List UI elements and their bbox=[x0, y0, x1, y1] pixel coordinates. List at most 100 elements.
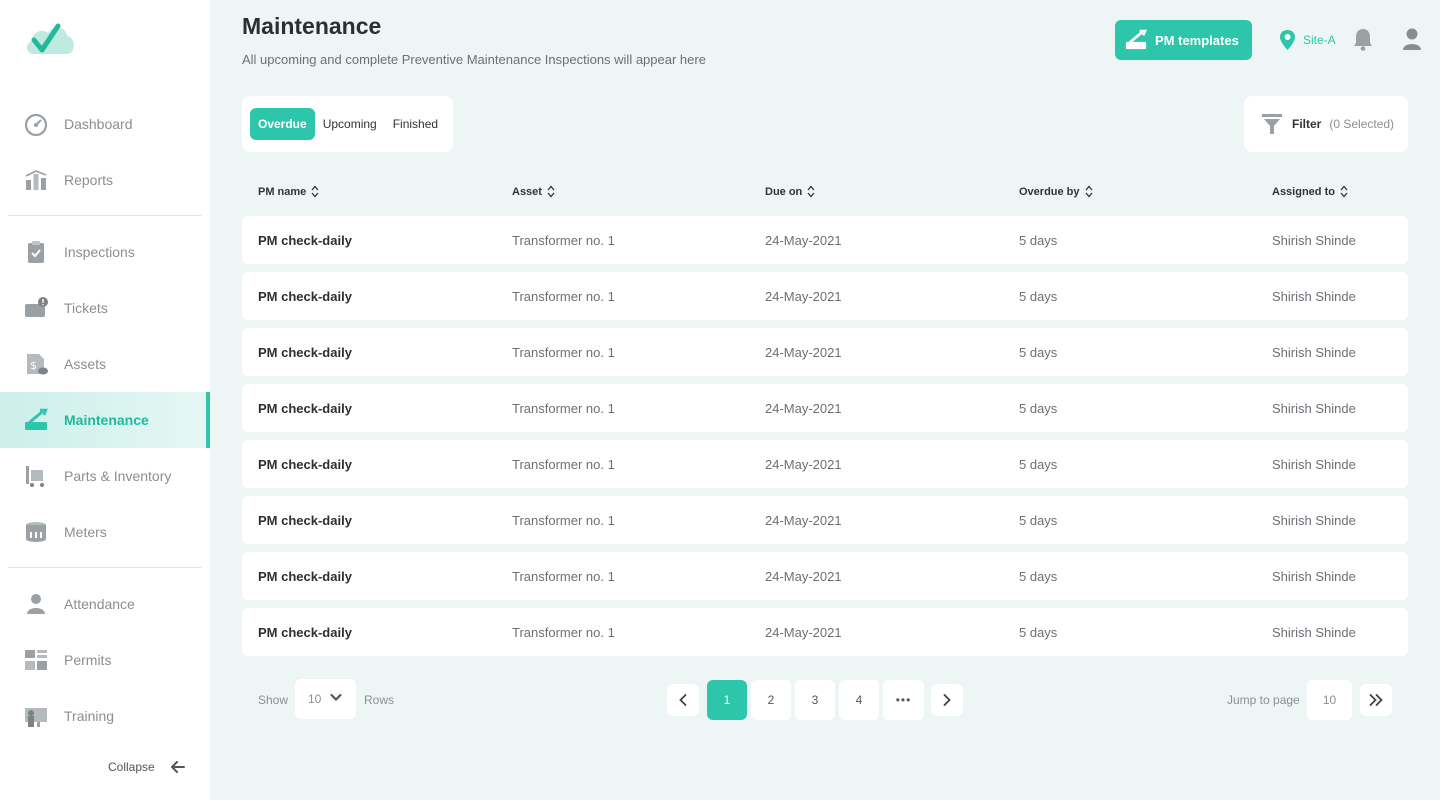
sort-icon bbox=[547, 185, 555, 198]
sidebar-item-label: Parts & Inventory bbox=[64, 468, 172, 484]
sidebar-item-assets[interactable]: $ Assets bbox=[0, 336, 210, 392]
table-row[interactable]: PM check-daily Transformer no. 1 24-May-… bbox=[242, 552, 1408, 600]
user-avatar-icon[interactable] bbox=[1402, 28, 1422, 55]
sort-icon bbox=[311, 185, 319, 198]
table-row[interactable]: PM check-daily Transformer no. 1 24-May-… bbox=[242, 608, 1408, 656]
column-header-label: Asset bbox=[512, 185, 542, 198]
overdue-by-cell: 5 days bbox=[1019, 456, 1058, 472]
pm-name-cell: PM check-daily bbox=[258, 232, 352, 248]
page-button-3[interactable]: 3 bbox=[795, 680, 835, 720]
overdue-by-cell: 5 days bbox=[1019, 400, 1058, 416]
jump-to-page-label: Jump to page bbox=[1227, 693, 1300, 707]
tickets-icon bbox=[24, 296, 48, 320]
assigned-to-cell: Shirish Shinde bbox=[1272, 288, 1356, 304]
due-on-cell: 24-May-2021 bbox=[765, 344, 842, 360]
jump-to-page-input[interactable]: 10 bbox=[1307, 680, 1352, 720]
sidebar-item-label: Permits bbox=[64, 652, 112, 668]
column-header-assigned-to[interactable]: Assigned to bbox=[1272, 185, 1348, 198]
tab-overdue[interactable]: Overdue bbox=[250, 108, 315, 140]
filter-label: Filter bbox=[1292, 117, 1322, 131]
sidebar-item-attendance[interactable]: Attendance bbox=[0, 576, 210, 632]
table-row[interactable]: PM check-daily Transformer no. 1 24-May-… bbox=[242, 328, 1408, 376]
sidebar-divider bbox=[8, 567, 202, 568]
column-header-label: Overdue by bbox=[1019, 185, 1080, 198]
assigned-to-cell: Shirish Shinde bbox=[1272, 344, 1356, 360]
page-button-4[interactable]: 4 bbox=[839, 680, 879, 720]
filter-button[interactable]: Filter (0 Selected) bbox=[1244, 96, 1408, 152]
sort-icon bbox=[1340, 185, 1348, 198]
table-row[interactable]: PM check-daily Transformer no. 1 24-May-… bbox=[242, 384, 1408, 432]
asset-cell: Transformer no. 1 bbox=[512, 232, 615, 248]
column-header-label: Assigned to bbox=[1272, 185, 1335, 198]
due-on-cell: 24-May-2021 bbox=[765, 568, 842, 584]
pm-name-cell: PM check-daily bbox=[258, 400, 352, 416]
rows-per-page-select[interactable]: 10 bbox=[295, 679, 356, 719]
asset-cell: Transformer no. 1 bbox=[512, 344, 615, 360]
pm-name-cell: PM check-daily bbox=[258, 512, 352, 528]
table-row[interactable]: PM check-daily Transformer no. 1 24-May-… bbox=[242, 440, 1408, 488]
due-on-cell: 24-May-2021 bbox=[765, 232, 842, 248]
pm-name-cell: PM check-daily bbox=[258, 568, 352, 584]
pm-name-cell: PM check-daily bbox=[258, 344, 352, 360]
site-selector[interactable]: Site-A bbox=[1280, 30, 1336, 50]
column-header-pm-name[interactable]: PM name bbox=[258, 185, 319, 198]
meters-icon bbox=[24, 520, 48, 544]
overdue-by-cell: 5 days bbox=[1019, 232, 1058, 248]
chevron-down-icon bbox=[330, 693, 342, 702]
column-header-overdue-by[interactable]: Overdue by bbox=[1019, 185, 1093, 198]
assigned-to-cell: Shirish Shinde bbox=[1272, 456, 1356, 472]
sidebar-item-label: Reports bbox=[64, 172, 114, 188]
sidebar-item-training[interactable]: Training bbox=[0, 688, 210, 744]
sidebar-item-maintenance[interactable]: Maintenance bbox=[0, 392, 210, 448]
double-chevron-right-icon bbox=[1369, 694, 1383, 706]
reports-icon bbox=[24, 168, 48, 192]
previous-page-button[interactable] bbox=[667, 684, 699, 716]
next-page-button[interactable] bbox=[931, 684, 963, 716]
column-header-due-on[interactable]: Due on bbox=[765, 185, 815, 198]
sidebar-item-permits[interactable]: Permits bbox=[0, 632, 210, 688]
due-on-cell: 24-May-2021 bbox=[765, 400, 842, 416]
assets-icon: $ bbox=[24, 352, 48, 376]
sidebar-item-label: Dashboard bbox=[64, 116, 133, 132]
table-row[interactable]: PM check-daily Transformer no. 1 24-May-… bbox=[242, 216, 1408, 264]
sort-icon bbox=[1085, 185, 1093, 198]
asset-cell: Transformer no. 1 bbox=[512, 624, 615, 640]
pm-name-cell: PM check-daily bbox=[258, 288, 352, 304]
column-header-asset[interactable]: Asset bbox=[512, 185, 555, 198]
sidebar-item-parts-inventory[interactable]: Parts & Inventory bbox=[0, 448, 210, 504]
sidebar-item-inspections[interactable]: Inspections bbox=[0, 224, 210, 280]
page-button-1[interactable]: 1 bbox=[707, 680, 747, 720]
collapse-button[interactable]: Collapse bbox=[108, 760, 185, 774]
page-subtitle: All upcoming and complete Preventive Mai… bbox=[242, 52, 706, 67]
due-on-cell: 24-May-2021 bbox=[765, 624, 842, 640]
asset-cell: Transformer no. 1 bbox=[512, 400, 615, 416]
pm-name-cell: PM check-daily bbox=[258, 456, 352, 472]
table-row[interactable]: PM check-daily Transformer no. 1 24-May-… bbox=[242, 496, 1408, 544]
due-on-cell: 24-May-2021 bbox=[765, 288, 842, 304]
page-button-2[interactable]: 2 bbox=[751, 680, 791, 720]
arrow-left-icon bbox=[170, 761, 185, 773]
sidebar-item-reports[interactable]: Reports bbox=[0, 152, 210, 208]
assigned-to-cell: Shirish Shinde bbox=[1272, 232, 1356, 248]
tab-finished[interactable]: Finished bbox=[385, 108, 446, 140]
last-page-button[interactable] bbox=[1360, 684, 1392, 716]
sidebar-item-meters[interactable]: Meters bbox=[0, 504, 210, 560]
status-tabs: Overdue Upcoming Finished bbox=[242, 96, 453, 152]
pm-templates-button[interactable]: PM templates bbox=[1115, 20, 1252, 60]
sidebar-item-label: Maintenance bbox=[64, 412, 149, 428]
location-pin-icon bbox=[1280, 30, 1295, 50]
overdue-by-cell: 5 days bbox=[1019, 512, 1058, 528]
maintenance-icon bbox=[1125, 29, 1147, 51]
table-row[interactable]: PM check-daily Transformer no. 1 24-May-… bbox=[242, 272, 1408, 320]
sidebar-item-tickets[interactable]: Tickets bbox=[0, 280, 210, 336]
due-on-cell: 24-May-2021 bbox=[765, 456, 842, 472]
tab-upcoming[interactable]: Upcoming bbox=[315, 108, 385, 140]
assigned-to-cell: Shirish Shinde bbox=[1272, 624, 1356, 640]
column-header-label: PM name bbox=[258, 185, 307, 198]
sidebar-item-label: Tickets bbox=[64, 300, 108, 316]
bell-icon[interactable] bbox=[1353, 28, 1373, 56]
rows-per-page-value: 10 bbox=[308, 692, 322, 706]
more-pages-button[interactable]: ••• bbox=[883, 680, 924, 720]
sidebar-item-label: Training bbox=[64, 708, 115, 724]
sidebar-item-dashboard[interactable]: Dashboard bbox=[0, 96, 210, 152]
